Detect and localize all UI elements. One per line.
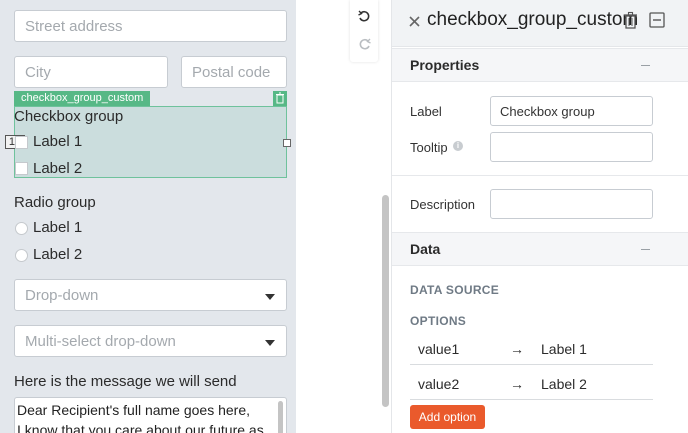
delete-component-icon[interactable] <box>273 91 287 106</box>
properties-panel: checkbox_group_custom Properties Label C… <box>391 0 688 433</box>
checkbox-1-label: Label 1 <box>33 133 83 150</box>
option-row[interactable]: value1 → Label 1 <box>410 333 653 365</box>
textarea-scrollbar[interactable] <box>278 401 283 433</box>
trash-icon[interactable] <box>623 11 638 29</box>
city-placeholder: City <box>25 63 51 81</box>
street-address-field[interactable]: Street address <box>14 10 287 42</box>
info-icon[interactable]: i <box>453 141 463 151</box>
multiselect-field[interactable]: Multi-select drop-down <box>14 325 287 357</box>
message-textarea[interactable]: Dear Recipient's full name goes here, I … <box>14 397 287 433</box>
message-line-2: I know that you care about our future as <box>17 422 264 433</box>
properties-section-header[interactable]: Properties <box>392 48 688 82</box>
checkbox-1[interactable] <box>15 136 28 149</box>
radio-group-label: Radio group <box>14 194 96 211</box>
label-label: Label <box>410 104 442 119</box>
option-row[interactable]: value2 → Label 2 <box>410 368 653 400</box>
label-input[interactable]: Checkbox group <box>490 96 653 126</box>
add-option-button[interactable]: Add option <box>410 405 485 429</box>
city-field[interactable]: City <box>14 56 168 88</box>
postal-code-field[interactable]: Postal code <box>181 56 287 88</box>
checkbox-group-label: Checkbox group <box>14 108 124 125</box>
tooltip-label: Tooltip <box>410 140 448 155</box>
radio-1[interactable] <box>15 222 28 235</box>
data-section-header[interactable]: Data <box>392 232 688 266</box>
multiselect-placeholder: Multi-select drop-down <box>25 332 176 350</box>
options-label: OPTIONS <box>410 314 467 328</box>
label-input-value: Checkbox group <box>500 103 595 119</box>
dropdown-field[interactable]: Drop-down <box>14 279 287 311</box>
option-label: Label 1 <box>541 341 587 357</box>
properties-heading: Properties <box>410 57 480 73</box>
tooltip-input[interactable] <box>490 132 653 162</box>
selected-component-tag: checkbox_group_custom <box>14 91 151 106</box>
chevron-down-icon <box>265 294 275 300</box>
minus-icon[interactable] <box>641 249 650 250</box>
arrow-right-icon: → <box>510 376 524 392</box>
radio-1-label: Label 1 <box>33 219 83 236</box>
option-value: value1 <box>418 341 460 357</box>
panel-header: checkbox_group_custom <box>392 0 688 47</box>
option-label: Label 2 <box>541 376 587 392</box>
data-heading: Data <box>410 241 441 257</box>
chevron-down-icon <box>265 340 275 346</box>
panel-scrollbar[interactable] <box>382 195 389 407</box>
radio-2-label: Label 2 <box>33 246 83 263</box>
option-value: value2 <box>418 376 460 392</box>
collapse-icon[interactable] <box>649 12 665 28</box>
panel-title: checkbox_group_custom <box>427 9 639 30</box>
dropdown-placeholder: Drop-down <box>25 286 99 304</box>
checkbox-2-label: Label 2 <box>33 160 83 177</box>
description-label: Description <box>410 197 476 212</box>
description-input[interactable] <box>490 189 653 219</box>
form-canvas: Street address City Postal code checkbox… <box>0 0 296 433</box>
data-source-label: DATA SOURCE <box>410 283 500 297</box>
redo-icon[interactable] <box>358 38 371 51</box>
message-label: Here is the message we will send <box>14 373 237 390</box>
undo-icon[interactable] <box>358 10 371 23</box>
resize-handle[interactable] <box>283 139 291 147</box>
history-toolbar <box>350 0 378 62</box>
divider <box>392 175 688 176</box>
minus-icon[interactable] <box>641 65 650 66</box>
radio-2[interactable] <box>15 249 28 262</box>
checkbox-2[interactable] <box>15 162 28 175</box>
postal-code-placeholder: Postal code <box>192 63 271 81</box>
arrow-right-icon: → <box>510 341 524 357</box>
street-address-placeholder: Street address <box>25 17 123 35</box>
message-line-1: Dear Recipient's full name goes here, <box>17 402 251 418</box>
close-icon[interactable] <box>409 16 420 27</box>
